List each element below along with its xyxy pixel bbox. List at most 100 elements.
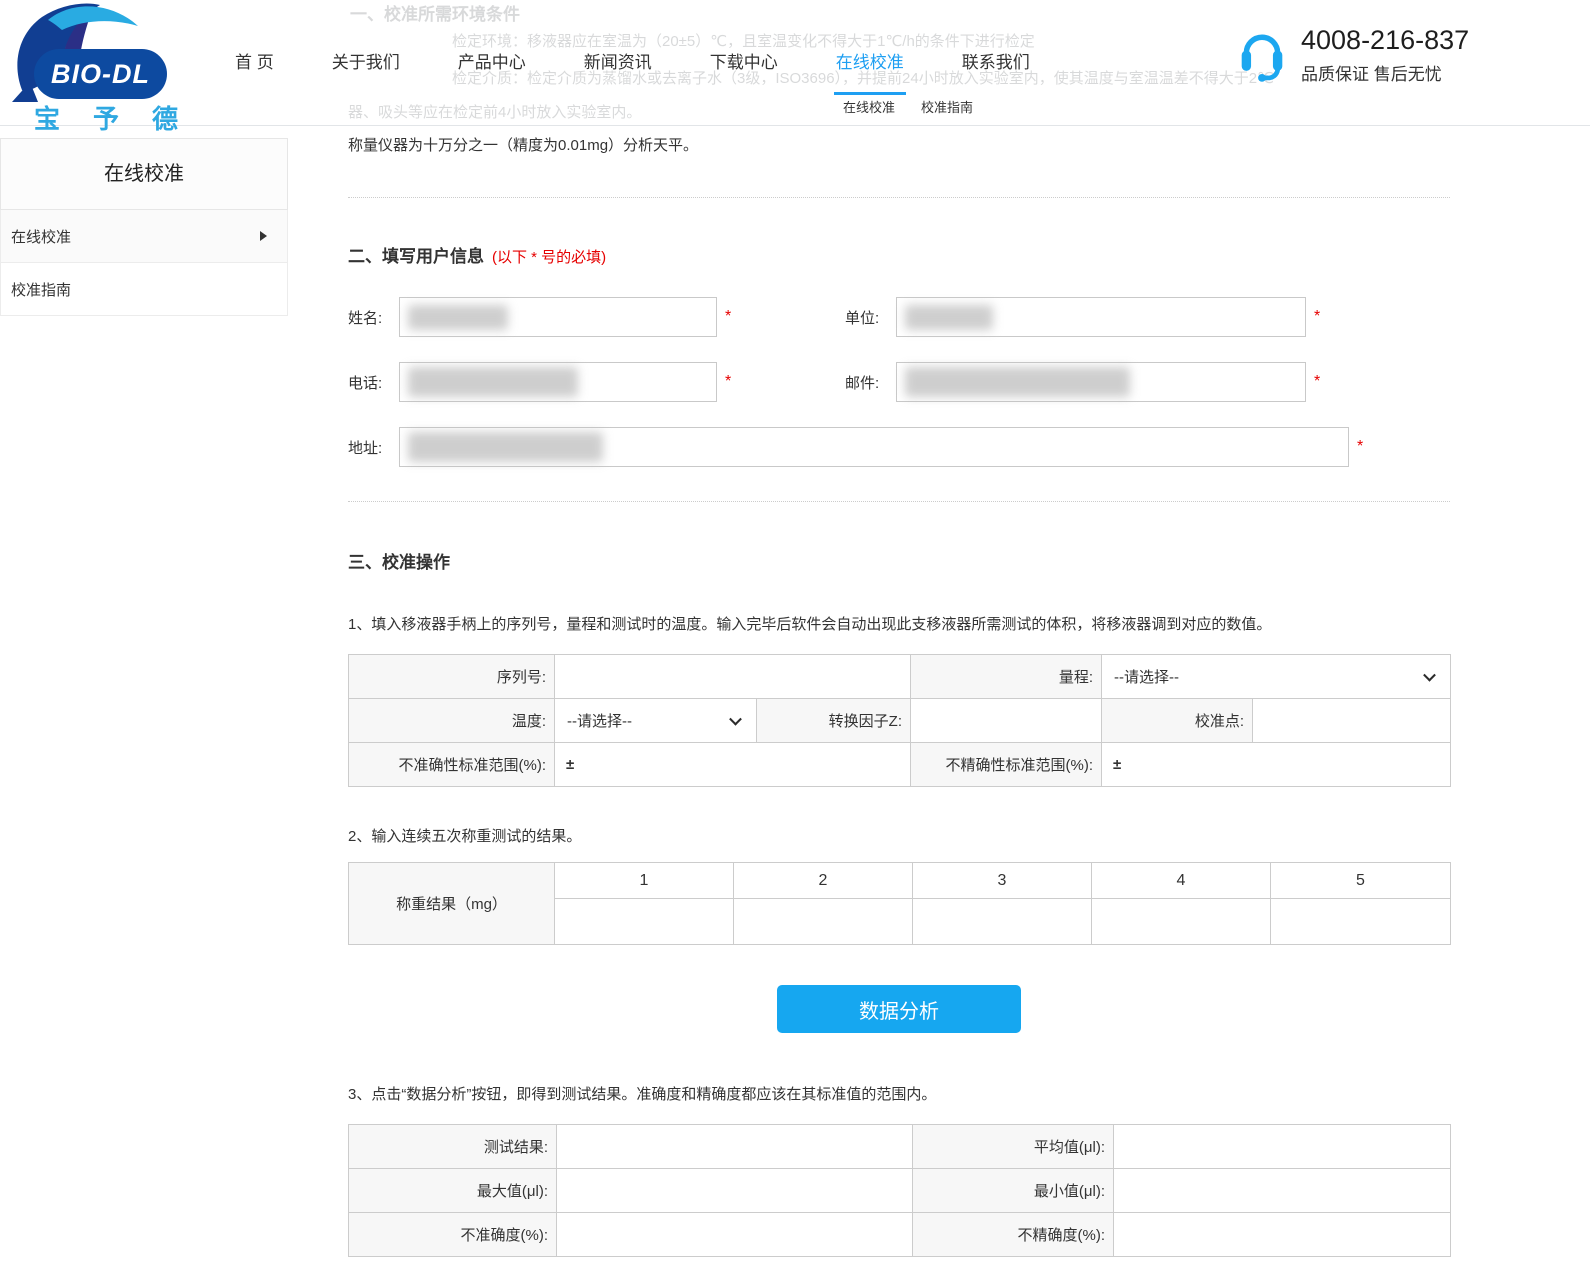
inaccuracy-range-label: 不准确性标准范围(%): — [349, 743, 555, 787]
user-info-form: 姓名: * 单位: * 电话: — [348, 297, 1450, 467]
chevron-down-icon — [729, 712, 742, 725]
z-factor-input[interactable] — [911, 699, 1101, 742]
divider — [348, 197, 1450, 198]
required-asterisk: * — [725, 308, 735, 326]
sidebar-item-online-calibration[interactable]: 在线校准 — [0, 210, 288, 263]
sidebar-item-calibration-guide[interactable]: 校准指南 — [0, 263, 288, 316]
brand-logo[interactable]: BIO-DL 宝予德 — [8, 2, 238, 128]
arrow-right-icon — [260, 231, 267, 241]
required-asterisk: * — [1357, 438, 1367, 456]
cal-point-cell — [1253, 699, 1451, 743]
contact-block: 4008-216-837 品质保证 售后无忧 — [1237, 24, 1469, 88]
address-field[interactable] — [399, 427, 1349, 467]
nav-item-about[interactable]: 关于我们 — [332, 48, 400, 73]
test-result-label: 测试结果: — [349, 1125, 557, 1169]
col-header-1: 1 — [555, 863, 734, 899]
temperature-select[interactable]: --请选择-- — [555, 699, 757, 743]
divider — [348, 501, 1450, 502]
nav-item-downloads[interactable]: 下载中心 — [710, 48, 778, 73]
serial-cell — [555, 655, 911, 699]
redacted-value — [905, 367, 1130, 397]
required-asterisk: * — [725, 373, 735, 391]
name-field[interactable] — [399, 297, 717, 337]
inaccuracy-value — [557, 1213, 913, 1257]
serial-input[interactable] — [555, 655, 910, 698]
redacted-value — [905, 305, 993, 330]
step2-text: 2、输入连续五次称重测试的结果。 — [348, 825, 1450, 846]
temperature-label: 温度: — [349, 699, 555, 743]
address-label: 地址: — [348, 437, 399, 458]
sub-nav: 在线校准 校准指南 — [843, 97, 973, 116]
page: { "colors": { "accent_blue": "#1E9FF2", … — [0, 0, 1590, 1277]
calibration-params-table: 序列号: 量程: --请选择-- 温度: --请选择-- 转换因子Z: 校准点:… — [348, 654, 1451, 787]
imprecision-value — [1114, 1213, 1451, 1257]
col-header-4: 4 — [1092, 863, 1271, 899]
redacted-value — [408, 367, 578, 397]
z-factor-label: 转换因子Z: — [757, 699, 911, 743]
inaccuracy-range-value: ± — [555, 743, 911, 787]
subnav-calibration-guide[interactable]: 校准指南 — [921, 97, 973, 116]
phone-label: 电话: — [348, 372, 399, 393]
test-result-value — [557, 1125, 913, 1169]
weighing-input-1[interactable] — [555, 899, 733, 944]
email-field[interactable] — [896, 362, 1306, 402]
redacted-value — [408, 432, 603, 462]
nav-item-home[interactable]: 首 页 — [235, 48, 274, 73]
imprecision-range-label: 不精确性标准范围(%): — [911, 743, 1102, 787]
section3-heading: 三、校准操作 — [348, 548, 1450, 573]
main-nav: 首 页 关于我们 产品中心 新闻资讯 下载中心 在线校准 联系我们 — [235, 48, 1088, 73]
results-table: 测试结果: 平均值(μl): 最大值(μl): 最小值(μl): 不准确度(%)… — [348, 1124, 1451, 1257]
weighing-row-label: 称重结果（mg） — [349, 863, 555, 945]
balance-note-text: 称量仪器为十万分之一（精度为0.01mg）分析天平。 — [348, 132, 1450, 155]
sidebar: 在线校准 在线校准 校准指南 — [0, 138, 288, 316]
weighing-input-3[interactable] — [913, 899, 1091, 944]
nav-item-news[interactable]: 新闻资讯 — [584, 48, 652, 73]
required-note: (以下 * 号的必填) — [492, 249, 606, 266]
imprecision-range-value: ± — [1102, 743, 1451, 787]
max-label: 最大值(μl): — [349, 1169, 557, 1213]
range-select[interactable]: --请选择-- — [1102, 655, 1451, 699]
nav-item-products[interactable]: 产品中心 — [458, 48, 526, 73]
max-value — [557, 1169, 913, 1213]
required-asterisk: * — [1314, 308, 1324, 326]
required-asterisk: * — [1314, 373, 1324, 391]
col-header-2: 2 — [734, 863, 913, 899]
mean-value — [1114, 1125, 1451, 1169]
mean-label: 平均值(μl): — [913, 1125, 1114, 1169]
chevron-down-icon — [1423, 668, 1436, 681]
serial-label: 序列号: — [349, 655, 555, 699]
nav-item-contact[interactable]: 联系我们 — [962, 48, 1030, 73]
hotline-number: 4008-216-837 — [1301, 24, 1469, 56]
col-header-5: 5 — [1271, 863, 1451, 899]
site-header: BIO-DL 宝予德 首 页 关于我们 产品中心 新闻资讯 下载中心 在线校准 … — [0, 0, 1590, 126]
unit-label: 单位: — [845, 307, 896, 328]
email-label: 邮件: — [845, 372, 896, 393]
cal-point-label: 校准点: — [1102, 699, 1253, 743]
weighing-input-2[interactable] — [734, 899, 912, 944]
redacted-value — [408, 305, 508, 330]
min-label: 最小值(μl): — [913, 1169, 1114, 1213]
step3-text: 3、点击“数据分析”按钮，即得到测试结果。准确度和精确度都应该在其标准值的范围内… — [348, 1083, 1450, 1104]
weighing-results-table: 称重结果（mg） 1 2 3 4 5 — [348, 862, 1451, 945]
service-slogan: 品质保证 售后无忧 — [1301, 60, 1469, 85]
data-analysis-button[interactable]: 数据分析 — [777, 985, 1021, 1033]
step1-text: 1、填入移液器手柄上的序列号，量程和测试时的温度。输入完毕后软件会自动出现此支移… — [348, 613, 1450, 634]
subnav-online-calibration[interactable]: 在线校准 — [843, 97, 895, 116]
unit-field[interactable] — [896, 297, 1306, 337]
section2-heading: 二、填写用户信息(以下 * 号的必填) — [348, 242, 1450, 267]
phone-field[interactable] — [399, 362, 717, 402]
range-label: 量程: — [911, 655, 1102, 699]
z-factor-cell — [911, 699, 1102, 743]
content: 称量仪器为十万分之一（精度为0.01mg）分析天平。 二、填写用户信息(以下 *… — [348, 132, 1450, 1257]
sidebar-title: 在线校准 — [0, 138, 288, 210]
weighing-input-5[interactable] — [1271, 899, 1450, 944]
brand-wordmark: BIO-DL — [34, 49, 167, 99]
col-header-3: 3 — [913, 863, 1092, 899]
imprecision-label: 不精确度(%): — [913, 1213, 1114, 1257]
min-value — [1114, 1169, 1451, 1213]
brand-chinese-name: 宝予德 — [34, 99, 211, 136]
headset-icon — [1237, 24, 1287, 88]
name-label: 姓名: — [348, 307, 399, 328]
weighing-input-4[interactable] — [1092, 899, 1270, 944]
nav-item-online-calibration[interactable]: 在线校准 — [836, 48, 904, 73]
